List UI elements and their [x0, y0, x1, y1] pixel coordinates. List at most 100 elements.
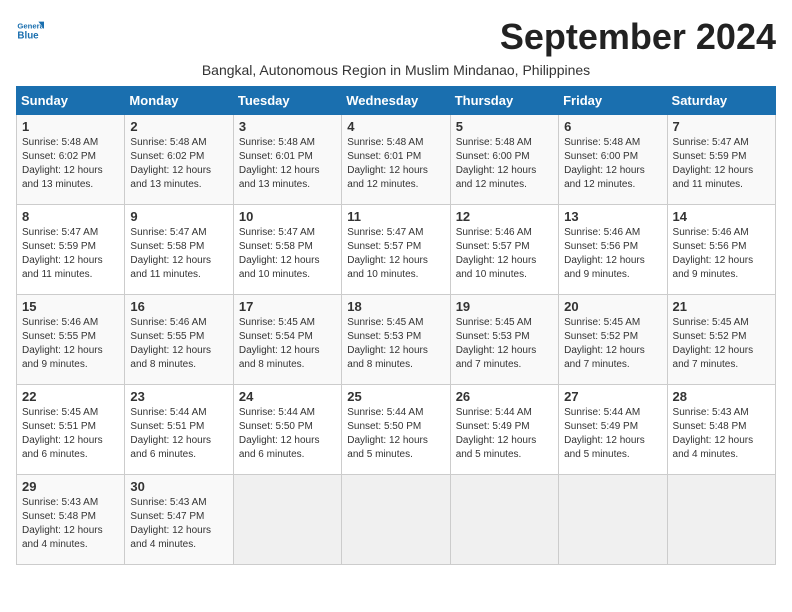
day-number: 13	[564, 209, 661, 224]
cell-info: Sunrise: 5:48 AM Sunset: 6:01 PM Dayligh…	[347, 136, 444, 192]
calendar-cell: 13 Sunrise: 5:46 AM Sunset: 5:56 PM Dayl…	[559, 205, 667, 295]
cell-info: Sunrise: 5:45 AM Sunset: 5:53 PM Dayligh…	[456, 316, 553, 372]
day-number: 6	[564, 119, 661, 134]
calendar-cell: 17 Sunrise: 5:45 AM Sunset: 5:54 PM Dayl…	[233, 295, 341, 385]
calendar-cell: 29 Sunrise: 5:43 AM Sunset: 5:48 PM Dayl…	[17, 475, 125, 565]
day-number: 4	[347, 119, 444, 134]
weekday-header-saturday: Saturday	[667, 87, 775, 115]
cell-info: Sunrise: 5:48 AM Sunset: 6:00 PM Dayligh…	[456, 136, 553, 192]
calendar-cell: 6 Sunrise: 5:48 AM Sunset: 6:00 PM Dayli…	[559, 115, 667, 205]
cell-info: Sunrise: 5:47 AM Sunset: 5:58 PM Dayligh…	[130, 226, 227, 282]
logo: General Blue	[16, 16, 48, 44]
cell-info: Sunrise: 5:46 AM Sunset: 5:56 PM Dayligh…	[673, 226, 770, 282]
cell-info: Sunrise: 5:46 AM Sunset: 5:57 PM Dayligh…	[456, 226, 553, 282]
day-number: 1	[22, 119, 119, 134]
cell-info: Sunrise: 5:48 AM Sunset: 6:02 PM Dayligh…	[22, 136, 119, 192]
cell-info: Sunrise: 5:47 AM Sunset: 5:59 PM Dayligh…	[673, 136, 770, 192]
cell-info: Sunrise: 5:47 AM Sunset: 5:59 PM Dayligh…	[22, 226, 119, 282]
calendar-cell	[667, 475, 775, 565]
day-number: 3	[239, 119, 336, 134]
cell-info: Sunrise: 5:46 AM Sunset: 5:56 PM Dayligh…	[564, 226, 661, 282]
calendar-cell: 8 Sunrise: 5:47 AM Sunset: 5:59 PM Dayli…	[17, 205, 125, 295]
cell-info: Sunrise: 5:45 AM Sunset: 5:53 PM Dayligh…	[347, 316, 444, 372]
calendar-cell: 25 Sunrise: 5:44 AM Sunset: 5:50 PM Dayl…	[342, 385, 450, 475]
subtitle: Bangkal, Autonomous Region in Muslim Min…	[16, 62, 776, 78]
calendar-table: SundayMondayTuesdayWednesdayThursdayFrid…	[16, 86, 776, 565]
day-number: 9	[130, 209, 227, 224]
calendar-cell: 12 Sunrise: 5:46 AM Sunset: 5:57 PM Dayl…	[450, 205, 558, 295]
calendar-cell: 5 Sunrise: 5:48 AM Sunset: 6:00 PM Dayli…	[450, 115, 558, 205]
cell-info: Sunrise: 5:45 AM Sunset: 5:51 PM Dayligh…	[22, 406, 119, 462]
calendar-cell: 19 Sunrise: 5:45 AM Sunset: 5:53 PM Dayl…	[450, 295, 558, 385]
calendar-cell: 4 Sunrise: 5:48 AM Sunset: 6:01 PM Dayli…	[342, 115, 450, 205]
calendar-cell: 27 Sunrise: 5:44 AM Sunset: 5:49 PM Dayl…	[559, 385, 667, 475]
day-number: 2	[130, 119, 227, 134]
calendar-cell: 14 Sunrise: 5:46 AM Sunset: 5:56 PM Dayl…	[667, 205, 775, 295]
weekday-header-friday: Friday	[559, 87, 667, 115]
day-number: 8	[22, 209, 119, 224]
day-number: 19	[456, 299, 553, 314]
cell-info: Sunrise: 5:43 AM Sunset: 5:48 PM Dayligh…	[673, 406, 770, 462]
cell-info: Sunrise: 5:44 AM Sunset: 5:49 PM Dayligh…	[564, 406, 661, 462]
calendar-cell: 30 Sunrise: 5:43 AM Sunset: 5:47 PM Dayl…	[125, 475, 233, 565]
day-number: 26	[456, 389, 553, 404]
cell-info: Sunrise: 5:46 AM Sunset: 5:55 PM Dayligh…	[130, 316, 227, 372]
day-number: 24	[239, 389, 336, 404]
cell-info: Sunrise: 5:45 AM Sunset: 5:52 PM Dayligh…	[673, 316, 770, 372]
day-number: 7	[673, 119, 770, 134]
day-number: 15	[22, 299, 119, 314]
calendar-cell: 21 Sunrise: 5:45 AM Sunset: 5:52 PM Dayl…	[667, 295, 775, 385]
weekday-header-thursday: Thursday	[450, 87, 558, 115]
calendar-cell: 15 Sunrise: 5:46 AM Sunset: 5:55 PM Dayl…	[17, 295, 125, 385]
day-number: 30	[130, 479, 227, 494]
day-number: 16	[130, 299, 227, 314]
calendar-cell: 18 Sunrise: 5:45 AM Sunset: 5:53 PM Dayl…	[342, 295, 450, 385]
calendar-cell	[233, 475, 341, 565]
cell-info: Sunrise: 5:48 AM Sunset: 6:00 PM Dayligh…	[564, 136, 661, 192]
day-number: 18	[347, 299, 444, 314]
calendar-cell: 26 Sunrise: 5:44 AM Sunset: 5:49 PM Dayl…	[450, 385, 558, 475]
day-number: 10	[239, 209, 336, 224]
svg-text:Blue: Blue	[17, 30, 39, 41]
month-title: September 2024	[500, 16, 776, 58]
calendar-cell: 1 Sunrise: 5:48 AM Sunset: 6:02 PM Dayli…	[17, 115, 125, 205]
calendar-cell: 2 Sunrise: 5:48 AM Sunset: 6:02 PM Dayli…	[125, 115, 233, 205]
cell-info: Sunrise: 5:48 AM Sunset: 6:01 PM Dayligh…	[239, 136, 336, 192]
calendar-cell	[342, 475, 450, 565]
calendar-cell: 3 Sunrise: 5:48 AM Sunset: 6:01 PM Dayli…	[233, 115, 341, 205]
cell-info: Sunrise: 5:45 AM Sunset: 5:54 PM Dayligh…	[239, 316, 336, 372]
calendar-cell: 10 Sunrise: 5:47 AM Sunset: 5:58 PM Dayl…	[233, 205, 341, 295]
calendar-cell: 20 Sunrise: 5:45 AM Sunset: 5:52 PM Dayl…	[559, 295, 667, 385]
calendar-cell: 11 Sunrise: 5:47 AM Sunset: 5:57 PM Dayl…	[342, 205, 450, 295]
day-number: 23	[130, 389, 227, 404]
calendar-cell	[559, 475, 667, 565]
calendar-cell	[450, 475, 558, 565]
cell-info: Sunrise: 5:48 AM Sunset: 6:02 PM Dayligh…	[130, 136, 227, 192]
day-number: 25	[347, 389, 444, 404]
cell-info: Sunrise: 5:44 AM Sunset: 5:49 PM Dayligh…	[456, 406, 553, 462]
calendar-cell: 24 Sunrise: 5:44 AM Sunset: 5:50 PM Dayl…	[233, 385, 341, 475]
day-number: 17	[239, 299, 336, 314]
day-number: 12	[456, 209, 553, 224]
cell-info: Sunrise: 5:46 AM Sunset: 5:55 PM Dayligh…	[22, 316, 119, 372]
cell-info: Sunrise: 5:43 AM Sunset: 5:48 PM Dayligh…	[22, 496, 119, 552]
calendar-cell: 9 Sunrise: 5:47 AM Sunset: 5:58 PM Dayli…	[125, 205, 233, 295]
day-number: 29	[22, 479, 119, 494]
day-number: 5	[456, 119, 553, 134]
calendar-cell: 22 Sunrise: 5:45 AM Sunset: 5:51 PM Dayl…	[17, 385, 125, 475]
weekday-header-tuesday: Tuesday	[233, 87, 341, 115]
weekday-header-wednesday: Wednesday	[342, 87, 450, 115]
calendar-cell: 28 Sunrise: 5:43 AM Sunset: 5:48 PM Dayl…	[667, 385, 775, 475]
weekday-header-sunday: Sunday	[17, 87, 125, 115]
calendar-cell: 23 Sunrise: 5:44 AM Sunset: 5:51 PM Dayl…	[125, 385, 233, 475]
cell-info: Sunrise: 5:44 AM Sunset: 5:50 PM Dayligh…	[347, 406, 444, 462]
day-number: 27	[564, 389, 661, 404]
day-number: 14	[673, 209, 770, 224]
day-number: 11	[347, 209, 444, 224]
cell-info: Sunrise: 5:44 AM Sunset: 5:50 PM Dayligh…	[239, 406, 336, 462]
weekday-header-monday: Monday	[125, 87, 233, 115]
cell-info: Sunrise: 5:47 AM Sunset: 5:57 PM Dayligh…	[347, 226, 444, 282]
day-number: 21	[673, 299, 770, 314]
calendar-cell: 16 Sunrise: 5:46 AM Sunset: 5:55 PM Dayl…	[125, 295, 233, 385]
cell-info: Sunrise: 5:43 AM Sunset: 5:47 PM Dayligh…	[130, 496, 227, 552]
